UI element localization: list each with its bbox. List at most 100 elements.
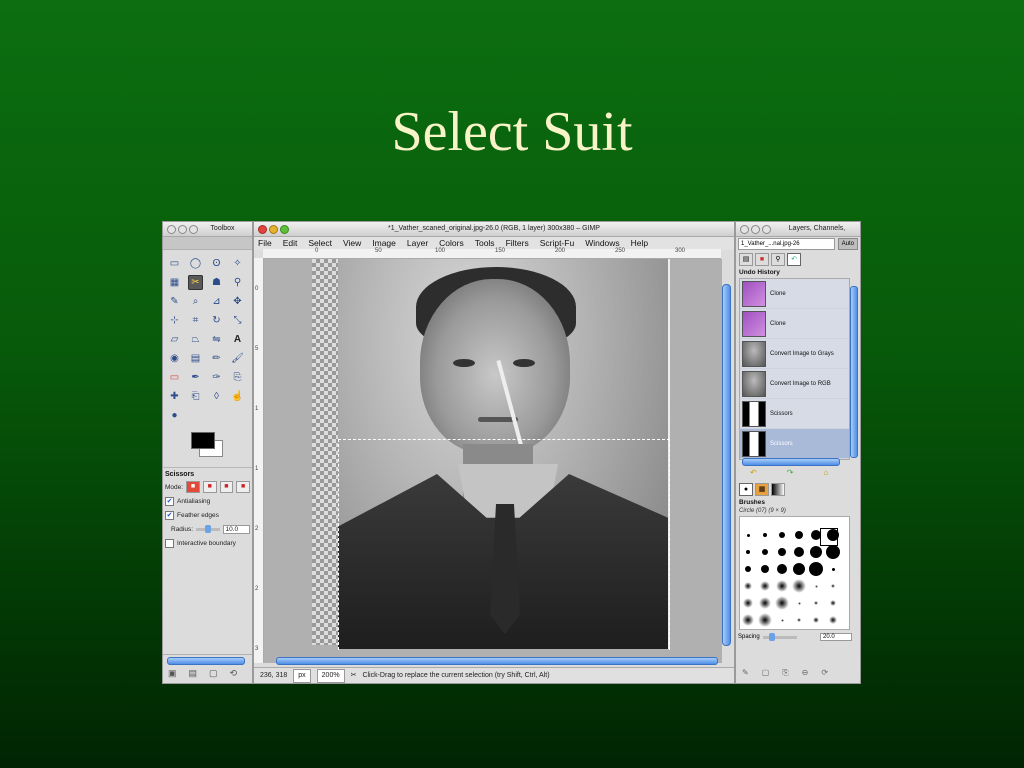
perspective-icon[interactable]: ⏢ [188, 332, 203, 347]
brush-preview[interactable] [810, 546, 822, 558]
eraser-icon[interactable]: ▭ [167, 370, 182, 385]
spacing-input[interactable]: 20.0 [820, 633, 852, 641]
foreground-select-icon[interactable]: ☗ [209, 275, 224, 290]
brush-preview[interactable] [827, 529, 839, 541]
measure-icon[interactable]: ⊿ [209, 294, 224, 309]
spacing-slider[interactable] [762, 632, 797, 641]
clear-history-icon[interactable]: ⌂ [823, 468, 828, 477]
brush-preview[interactable] [746, 550, 750, 554]
auto-button[interactable]: Auto [837, 238, 858, 250]
mode-intersect-button[interactable]: ■ [236, 481, 251, 493]
brush-preview[interactable] [797, 601, 801, 605]
edit-brush-icon[interactable]: ✎ [742, 668, 749, 678]
list-item[interactable]: Clone [740, 279, 849, 309]
dodge-burn-icon[interactable]: ● [167, 408, 182, 423]
paths-icon[interactable]: ⚲ [230, 275, 245, 290]
zoom-button[interactable] [280, 225, 289, 234]
crop-icon[interactable]: ⌗ [188, 313, 203, 328]
brush-preview[interactable] [830, 600, 836, 606]
close-button[interactable] [740, 225, 749, 234]
bucket-fill-icon[interactable]: ◉ [167, 351, 182, 366]
tab-gradients-icon[interactable] [771, 483, 785, 496]
interactive-boundary-checkbox[interactable] [165, 538, 174, 548]
align-icon[interactable]: ⊹ [167, 313, 182, 328]
new-brush-icon[interactable]: ▢ [762, 668, 770, 678]
tab-channels-icon[interactable]: ■ [755, 253, 769, 266]
close-button[interactable] [258, 225, 267, 234]
brush-preview[interactable] [775, 596, 789, 610]
brush-preview[interactable] [811, 530, 821, 540]
zoom-button[interactable] [762, 225, 771, 234]
list-item[interactable]: Convert Image to Grays [740, 339, 849, 369]
minimize-button[interactable] [269, 225, 278, 234]
tab-layers-icon[interactable]: ▤ [739, 253, 753, 266]
clone-icon[interactable]: ⎘ [230, 370, 245, 385]
mode-replace-button[interactable]: ■ [186, 481, 200, 493]
refresh-brushes-icon[interactable]: ⟳ [821, 668, 828, 678]
flip-icon[interactable]: ⇋ [209, 332, 224, 347]
select-by-color-icon[interactable]: ▦ [167, 275, 182, 290]
undo-icon[interactable]: ↶ [750, 468, 757, 477]
list-item[interactable]: Clone [740, 309, 849, 339]
reset-options-icon[interactable]: ⟲ [230, 668, 238, 679]
brush-preview[interactable] [809, 562, 823, 576]
brush-preview[interactable] [744, 582, 752, 590]
minimize-button[interactable] [178, 225, 187, 234]
ellipse-select-icon[interactable]: ◯ [188, 256, 203, 271]
brush-preview[interactable] [795, 531, 803, 539]
tab-brushes-icon[interactable]: ● [739, 483, 753, 496]
save-options-icon[interactable]: ▣ [168, 668, 177, 679]
brush-preview[interactable] [794, 547, 804, 557]
airbrush-icon[interactable]: ✒ [188, 370, 203, 385]
brush-preview[interactable] [776, 580, 788, 592]
brush-preview[interactable] [760, 581, 770, 591]
zoom-select[interactable]: 200% [316, 669, 345, 683]
delete-options-icon[interactable]: ▢ [209, 668, 218, 679]
blend-icon[interactable]: ▤ [188, 351, 203, 366]
brush-preview[interactable] [831, 567, 835, 571]
pencil-icon[interactable]: ✏ [209, 351, 224, 366]
brush-preview[interactable] [814, 584, 818, 588]
rect-select-icon[interactable]: ▭ [167, 256, 182, 271]
brush-preview[interactable] [831, 584, 835, 588]
redo-icon[interactable]: ↷ [787, 468, 794, 477]
brush-preview[interactable] [746, 533, 750, 537]
brush-preview[interactable] [826, 545, 840, 559]
smudge-icon[interactable]: ☝ [230, 389, 245, 404]
shear-icon[interactable]: ▱ [167, 332, 182, 347]
toolbox-scrollbar[interactable] [167, 657, 245, 665]
blur-icon[interactable]: ◊ [209, 389, 224, 404]
brush-preview[interactable] [797, 618, 801, 622]
paintbrush-icon[interactable]: 🖌 [230, 351, 245, 366]
brush-preview[interactable] [793, 563, 805, 575]
brush-preview[interactable] [780, 618, 784, 622]
brush-preview[interactable] [814, 601, 818, 605]
tab-paths-icon[interactable]: ⚲ [771, 253, 785, 266]
minimize-button[interactable] [751, 225, 760, 234]
brush-preview[interactable] [763, 533, 767, 537]
spacing-slider-knob[interactable] [768, 632, 775, 641]
brush-preview[interactable] [745, 566, 751, 572]
feather-checkbox[interactable]: ✔ [165, 510, 174, 520]
scissors-icon[interactable]: ✂ [188, 275, 203, 290]
radius-slider[interactable] [196, 524, 220, 533]
radius-input[interactable]: 10.0 [222, 524, 250, 534]
color-picker-icon[interactable]: ✎ [167, 294, 182, 309]
brush-preview[interactable] [761, 565, 769, 573]
fuzzy-select-icon[interactable]: ✧ [230, 256, 245, 271]
delete-brush-icon[interactable]: ⊖ [802, 668, 809, 678]
ink-icon[interactable]: ✑ [209, 370, 224, 385]
history-scrollbar[interactable] [850, 286, 858, 458]
brush-preview[interactable] [743, 598, 753, 608]
brush-preview[interactable] [779, 532, 785, 538]
brush-preview[interactable] [777, 564, 787, 574]
duplicate-brush-icon[interactable]: ⎘ [782, 668, 788, 678]
brush-grid[interactable] [739, 516, 850, 630]
brush-preview[interactable] [758, 613, 772, 627]
image-canvas[interactable] [264, 259, 722, 663]
radius-slider-knob[interactable] [205, 524, 212, 533]
close-button[interactable] [167, 225, 176, 234]
restore-options-icon[interactable]: ▤ [189, 668, 198, 679]
heal-icon[interactable]: ✚ [167, 389, 182, 404]
brush-preview[interactable] [762, 549, 768, 555]
